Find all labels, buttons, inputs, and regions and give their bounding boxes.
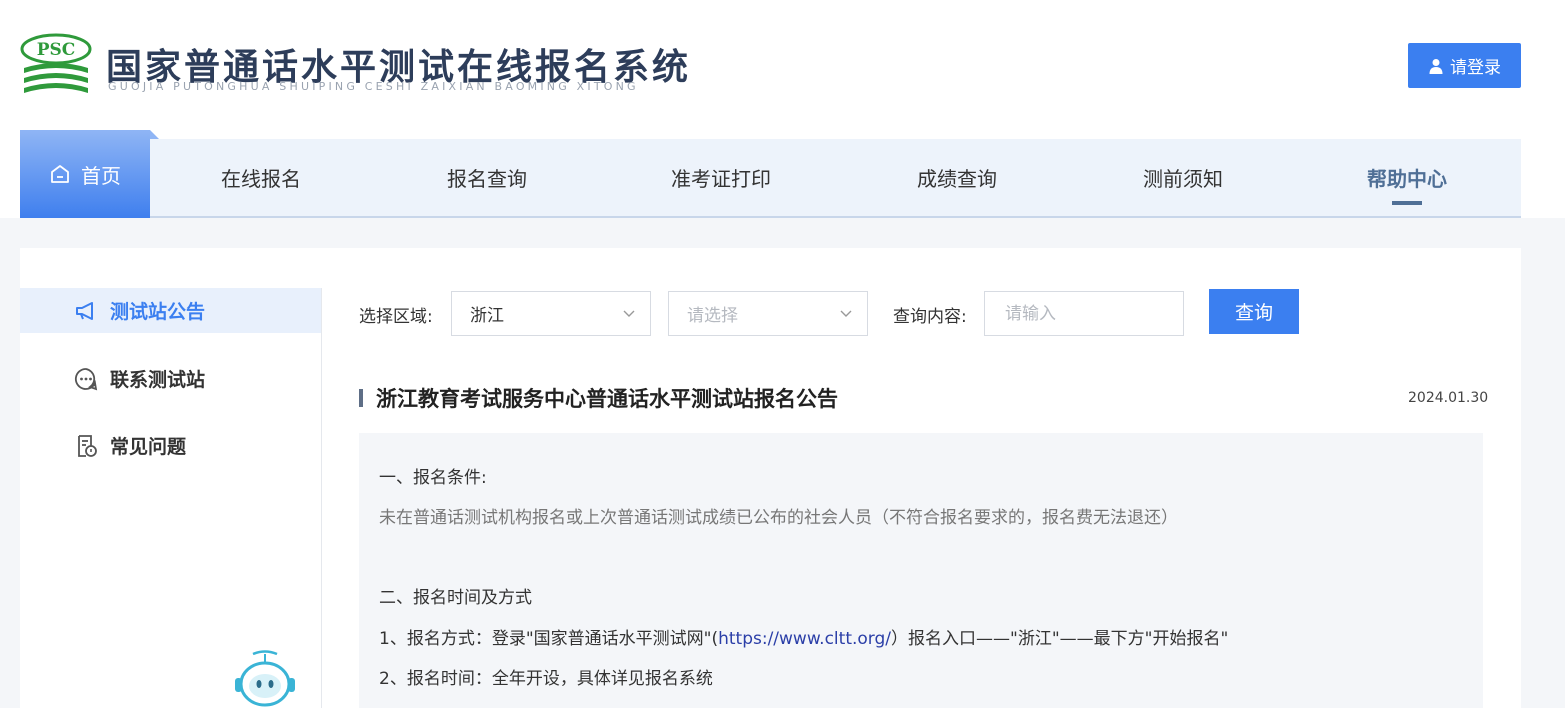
nav-home-tab-corner [150,130,159,139]
faq-icon [78,434,97,457]
sub-region-select[interactable]: 请选择 [668,291,868,336]
nav-active-indicator [1392,201,1422,205]
svg-text:PSC: PSC [37,40,76,60]
robot-assistant-icon[interactable] [231,650,299,708]
region-select-value: 浙江 [470,306,504,326]
psc-logo: PSC [20,33,92,93]
nav-item-registration-query[interactable]: 报名查询 [442,139,532,216]
content-label: 查询内容: [893,307,967,327]
header: PSC 国家普通话水平测试在线报名系统 GUOJIA PUTONGHUA SHU… [0,0,1565,130]
nav-item-pretest-notes[interactable]: 测前须知 [1138,139,1228,216]
chevron-down-icon [623,310,635,317]
region-label: 选择区域: [359,307,433,327]
login-label: 请登录 [1450,58,1501,78]
chat-icon [74,367,98,390]
sidebar-item-faq[interactable]: 常见问题 [20,423,321,468]
nav-item-score-query[interactable]: 成绩查询 [912,139,1002,216]
notice-line: 2、报名时间：全年开设，具体详见报名系统 [379,669,713,689]
notice-line: 未在普通话测试机构报名或上次普通话测试成绩已公布的社会人员（不符合报名要求的，报… [379,508,1178,528]
notice-line: 1、报名方式：登录"国家普通话水平测试网"(https://www.cltt.o… [379,624,1228,649]
notice-line: 一、报名条件: [379,468,487,488]
sidebar-item-label: 测试站公告 [110,301,206,323]
sidebar-item-announcements[interactable]: 测试站公告 [20,288,321,333]
megaphone-icon [76,301,93,320]
home-icon [51,165,69,183]
sidebar-item-label: 联系测试站 [110,369,206,391]
main-nav: 首页 在线报名 报名查询 准考证打印 成绩查询 测前须知 帮助中心 [20,130,1521,218]
chevron-down-icon [840,310,852,317]
notice-line-text: 1、报名方式：登录"国家普通话水平测试网"( [379,629,719,649]
sub-region-placeholder: 请选择 [687,306,738,326]
notice-line-text: ）报名入口——"浙江"——最下方"开始报名" [891,629,1229,649]
query-button[interactable]: 查询 [1209,289,1299,334]
sidebar-item-contact[interactable]: 联系测试站 [20,356,321,401]
user-icon [1429,58,1443,74]
notice-body: 一、报名条件: 未在普通话测试机构报名或上次普通话测试成绩已公布的社会人员（不符… [359,433,1483,708]
cltt-link[interactable]: https://www.cltt.org/ [718,629,891,649]
notice-date: 2024.01.30 [1408,390,1489,406]
nav-item-admission-ticket[interactable]: 准考证打印 [661,139,781,216]
sidebar-item-label: 常见问题 [110,436,187,458]
notice-line: 二、报名时间及方式 [379,588,532,608]
nav-item-online-registration[interactable]: 在线报名 [216,139,306,216]
site-subtitle: GUOJIA PUTONGHUA SHUIPING CESHI ZAIXIAN … [108,80,639,93]
region-select[interactable]: 浙江 [451,291,651,336]
nav-home[interactable]: 首页 [20,130,150,218]
sidebar: 测试站公告 联系测试站 常见问题 [20,288,322,708]
notice-title[interactable]: 浙江教育考试服务中心普通话水平测试站报名公告 [376,383,838,413]
login-button[interactable]: 请登录 [1408,43,1521,88]
nav-home-label: 首页 [81,163,121,188]
notice-title-marker [359,389,363,407]
content-search-input[interactable] [984,291,1184,336]
